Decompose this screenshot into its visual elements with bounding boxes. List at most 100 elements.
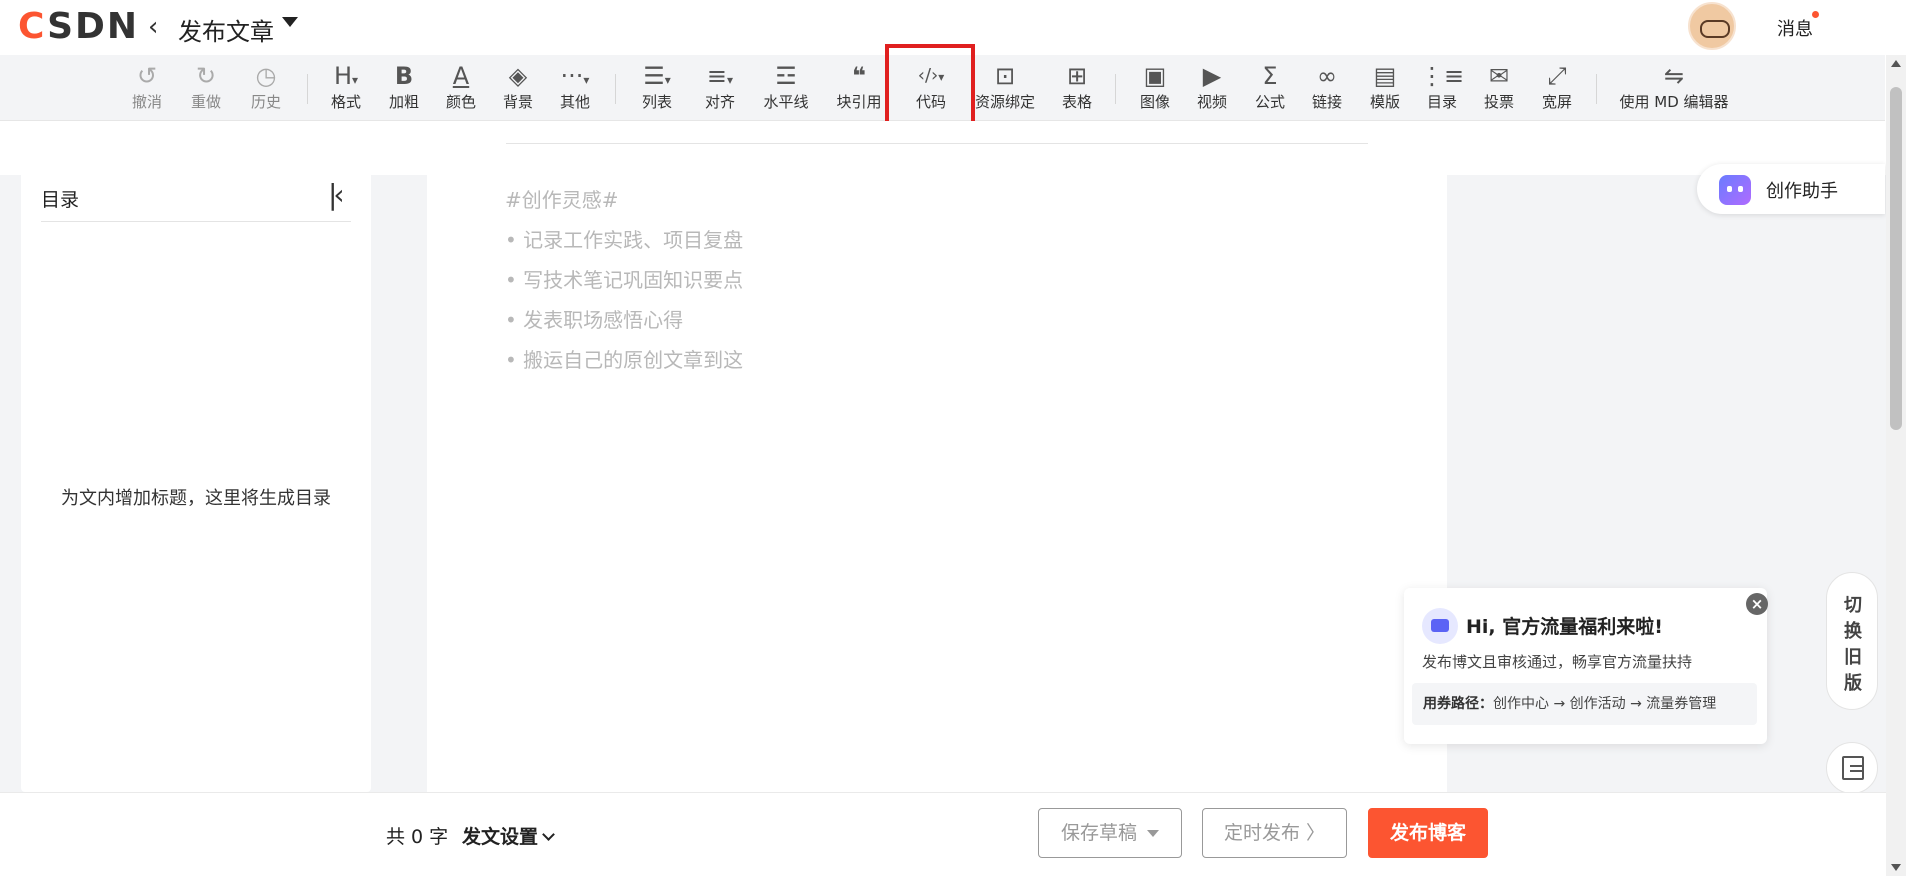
page-title[interactable]: 发布文章 [178,12,274,47]
settings-label: 发文设置 [462,826,539,848]
messages-link[interactable]: 消息 [1777,15,1813,41]
code-button[interactable]: ‹/›▾ 代码 [901,61,961,113]
notification-dot [1812,11,1819,18]
switch-old-version-button[interactable]: 切 换 旧 版 [1826,572,1878,710]
widescreen-button[interactable]: ⤢ 宽屏 [1527,61,1587,113]
scroll-down-icon[interactable] [1891,864,1901,871]
md-editor-label: 使用 MD 编辑器 [1619,93,1729,111]
close-icon[interactable]: × [1746,593,1768,615]
chevron-down-icon [542,828,555,841]
creation-assistant-button[interactable]: 创作助手 [1697,164,1885,214]
expand-icon: ⤢ [1547,62,1567,90]
bold-label: 加粗 [388,93,419,111]
list-icon: ☰▾ [643,62,671,90]
image-icon: ▣ [1143,62,1167,90]
title-divider [506,143,1368,144]
inspiration-item: • 搬运自己的原创文章到这 [505,348,744,372]
list-label: 列表 [641,93,672,111]
link-button[interactable]: ∞ 链接 [1297,61,1357,113]
background-button[interactable]: ◈ 背景 [488,61,548,113]
page-scrollbar[interactable] [1886,55,1906,876]
quote-button[interactable]: ❝ 块引用 [829,61,889,113]
vote-button[interactable]: ✉ 投票 [1469,61,1529,113]
promo-path: 用券路径：创作中心 → 创作活动 → 流量券管理 [1412,683,1757,725]
scroll-up-icon[interactable] [1891,60,1901,67]
top-bar: CSDN ‹ 发布文章 消息 [0,0,1906,55]
resource-label: 资源绑定 [974,93,1035,111]
footer-bar: 共 0 字 发文设置 保存草稿 定时发布 〉 发布博客 [0,792,1886,876]
template-button[interactable]: ▤ 模版 [1355,61,1415,113]
inspiration-item: • 记录工作实践、项目复盘 [505,228,744,252]
horizontal-rule-icon: ☲ [775,62,797,90]
sigma-icon: Σ [1262,62,1278,90]
formula-button[interactable]: Σ 公式 [1240,61,1300,113]
inspiration-placeholder[interactable]: #创作灵感# • 记录工作实践、项目复盘 • 写技术笔记巩固知识要点 • 发表职… [505,180,743,380]
save-draft-label: 保存草稿 [1060,822,1137,844]
switch-arrows-icon: ⇋ [1663,62,1685,90]
format-button[interactable]: H▾ 格式 [316,61,376,113]
other-button[interactable]: ···▾ 其他 [545,61,605,113]
history-icon: ◷ [255,62,277,90]
collapse-icon[interactable]: |‹ [328,178,345,211]
table-label: 表格 [1061,93,1092,111]
font-color-icon: A [452,62,470,90]
image-label: 图像 [1139,93,1170,111]
history-label: 历史 [250,93,281,111]
toolbar-divider [1115,74,1116,104]
feedback-button[interactable] [1826,742,1878,794]
chevron-left-icon[interactable]: ‹ [148,12,158,42]
switch-char: 版 [1844,673,1862,694]
assistant-label: 创作助手 [1766,181,1838,202]
bold-icon: B [394,62,414,90]
toc-button[interactable]: ⋮≡ 目录 [1412,61,1472,113]
redo-button[interactable]: ↻ 重做 [176,61,236,113]
scrollbar-thumb[interactable] [1890,87,1902,430]
switch-char: 切 [1844,595,1862,616]
toc-icon: ⋮≡ [1419,62,1465,90]
toc-label: 目录 [1426,93,1457,111]
more-icon: ···▾ [560,62,590,90]
undo-button[interactable]: ↺ 撤消 [117,61,177,113]
redo-icon: ↻ [195,62,217,90]
publish-button[interactable]: 发布博客 [1368,808,1488,858]
resource-button[interactable]: ⊡ 资源绑定 [974,61,1036,113]
image-button[interactable]: ▣ 图像 [1125,61,1185,113]
toolbar-divider [615,74,616,104]
hr-button[interactable]: ☲ 水平线 [756,61,816,113]
code-icon: ‹/›▾ [917,65,945,86]
code-label: 代码 [915,93,946,111]
toc-empty-text: 为文内增加标题，这里将生成目录 [61,488,331,509]
switch-char: 换 [1844,621,1862,642]
md-editor-button[interactable]: ⇋ 使用 MD 编辑器 [1614,61,1734,113]
link-icon: ∞ [1317,62,1337,90]
save-draft-button[interactable]: 保存草稿 [1038,808,1182,858]
widescreen-label: 宽屏 [1541,93,1572,111]
publish-settings-toggle[interactable]: 发文设置 [462,822,555,849]
toc-panel: 目录 |‹ 为文内增加标题，这里将生成目录 [21,160,371,792]
align-button[interactable]: ≡▾ 对齐 [690,61,750,113]
quote-label: 块引用 [836,93,882,111]
vote-label: 投票 [1483,93,1514,111]
schedule-publish-button[interactable]: 定时发布 〉 [1202,808,1347,858]
traffic-promo-card: Hi, 官方流量福利来啦! 发布博文且审核通过，畅享官方流量扶持 用券路径：创作… [1404,588,1768,744]
bold-button[interactable]: B 加粗 [374,61,434,113]
video-button[interactable]: ▶ 视频 [1182,61,1242,113]
avatar[interactable] [1688,2,1736,50]
toolbar-divider [1596,74,1597,104]
caret-down-icon[interactable] [282,17,298,27]
table-icon: ⊞ [1066,62,1088,90]
link-label: 链接 [1311,93,1342,111]
inspiration-item: • 发表职场感悟心得 [505,308,684,332]
table-button[interactable]: ⊞ 表格 [1047,61,1107,113]
list-button[interactable]: ☰▾ 列表 [627,61,687,113]
color-button[interactable]: A 颜色 [431,61,491,113]
hr-label: 水平线 [763,93,809,111]
promo-path-text[interactable]: 创作中心 → 创作活动 → 流量券管理 [1493,696,1716,712]
vote-icon: ✉ [1488,62,1510,90]
word-count: 共 0 字 [386,826,449,848]
folder-upload-icon: ⊡ [994,62,1016,90]
history-button[interactable]: ◷ 历史 [236,61,296,113]
csdn-logo[interactable]: CSDN [18,6,139,47]
switch-label: 切 换 旧 版 [1827,593,1879,697]
promo-path-label: 用券路径： [1423,696,1493,712]
